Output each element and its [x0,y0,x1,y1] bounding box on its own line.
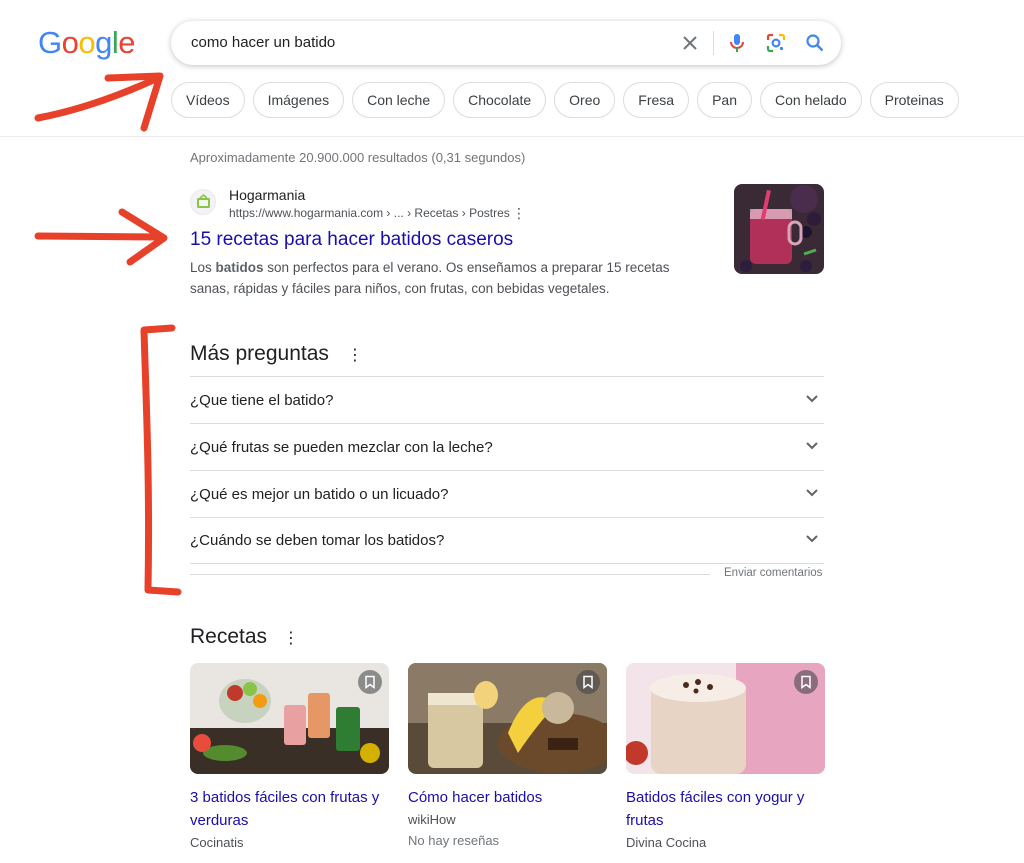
feedback-divider [190,574,710,575]
chip-proteinas[interactable]: Proteinas [869,82,959,118]
lens-camera-icon[interactable] [764,31,788,55]
chip-oreo[interactable]: Oreo [554,82,616,118]
result-thumbnail[interactable] [734,184,824,274]
recipe-reviews: No hay reseñas [408,833,500,848]
recipes-options-icon[interactable]: ⋮ [283,628,299,648]
snippet-text: Los [190,260,216,275]
chevron-down-icon [800,480,824,509]
paa-options-icon[interactable]: ⋮ [347,345,363,365]
site-favicon[interactable] [190,189,216,215]
logo-letter: g [95,25,112,60]
chip-con-helado[interactable]: Con helado [760,82,862,118]
snippet-keyword: batidos [215,260,264,275]
paa-question[interactable]: ¿Que tiene el batido? [190,376,824,423]
microphone-icon[interactable] [725,31,749,55]
search-icon[interactable] [803,31,827,55]
recipe-source: Cocinatis [190,835,244,850]
chevron-down-icon [800,526,824,555]
logo-letter: o [78,25,96,60]
paa-question-text: ¿Qué es mejor un batido o un licuado? [190,485,449,503]
chevron-down-icon [800,386,824,415]
result-stats: Aproximadamente 20.900.000 resultados (0… [190,150,526,165]
paa-question-text: ¿Qué frutas se pueden mezclar con la lec… [190,438,493,456]
recipe-image [626,663,825,774]
bookmark-icon[interactable] [358,670,382,694]
recipes-title: Recetas [190,625,268,648]
chevron-down-icon [800,433,824,462]
site-name[interactable]: Hogarmania [229,187,305,203]
send-feedback-link[interactable]: Enviar comentarios [724,567,822,579]
bookmark-icon[interactable] [794,670,818,694]
paa-question[interactable]: ¿Qué frutas se pueden mezclar con la lec… [190,423,824,470]
paa-question-text: ¿Cuándo se deben tomar los batidos? [190,532,445,549]
chip-images[interactable]: Imágenes [252,82,345,118]
chip-pan[interactable]: Pan [697,82,753,118]
people-also-ask: ¿Que tiene el batido? ¿Qué frutas se pue… [190,376,824,564]
chip-fresa[interactable]: Fresa [623,82,690,118]
logo-letter: e [118,25,136,60]
chip-con-leche[interactable]: Con leche [352,82,446,118]
recipe-source: Divina Cocina [626,835,707,850]
paa-question[interactable]: ¿Qué es mejor un batido o un licuado? [190,470,824,517]
recipes-carousel: 3 batidos fáciles con frutas y verduras … [190,663,825,856]
result-snippet: Los batidos son perfectos para el verano… [190,257,690,299]
search-box[interactable]: como hacer un batido [171,21,841,65]
arrow-to-result-head [118,208,168,266]
chip-videos[interactable]: Vídeos [171,82,245,118]
recipe-title-link[interactable]: Batidos fáciles con yogur y frutas [626,786,825,832]
recipe-card[interactable]: 3 batidos fáciles con frutas y verduras … [190,663,389,856]
recipe-card[interactable]: Batidos fáciles con yogur y frutas Divin… [626,663,825,856]
arrow-to-searchbox [34,74,162,122]
search-input[interactable]: como hacer un batido [191,34,335,51]
paa-question-text: ¿Que tiene el batido? [190,391,334,409]
result-title-link[interactable]: 15 recetas para hacer batidos caseros [190,229,513,251]
recipe-title-link[interactable]: Cómo hacer batidos [408,786,607,809]
clear-icon[interactable] [678,31,702,55]
bracket-people-also-ask [140,324,182,596]
header-divider [0,136,1024,137]
more-options-icon[interactable]: ⋮ [512,205,526,222]
bookmark-icon[interactable] [576,670,600,694]
google-logo[interactable]: Google [38,25,136,61]
site-url[interactable]: https://www.hogarmania.com › ... › Recet… [229,206,510,220]
recipe-card[interactable]: Cómo hacer batidos wikiHow No hay reseña… [408,663,607,856]
recipe-image [190,663,389,774]
paa-question[interactable]: ¿Cuándo se deben tomar los batidos? [190,517,824,564]
paa-title: Más preguntas [190,342,329,365]
recipe-title-link[interactable]: 3 batidos fáciles con frutas y verduras [190,786,389,832]
arrow-to-searchbox-head [104,72,164,132]
filter-chips: Vídeos Imágenes Con leche Chocolate Oreo… [171,82,959,118]
search-divider [713,31,714,55]
arrow-to-result [34,232,166,241]
recipe-source: wikiHow [408,812,456,827]
chip-chocolate[interactable]: Chocolate [453,82,547,118]
logo-letter: G [38,25,62,60]
recipe-image [408,663,607,774]
logo-letter: o [61,25,79,60]
